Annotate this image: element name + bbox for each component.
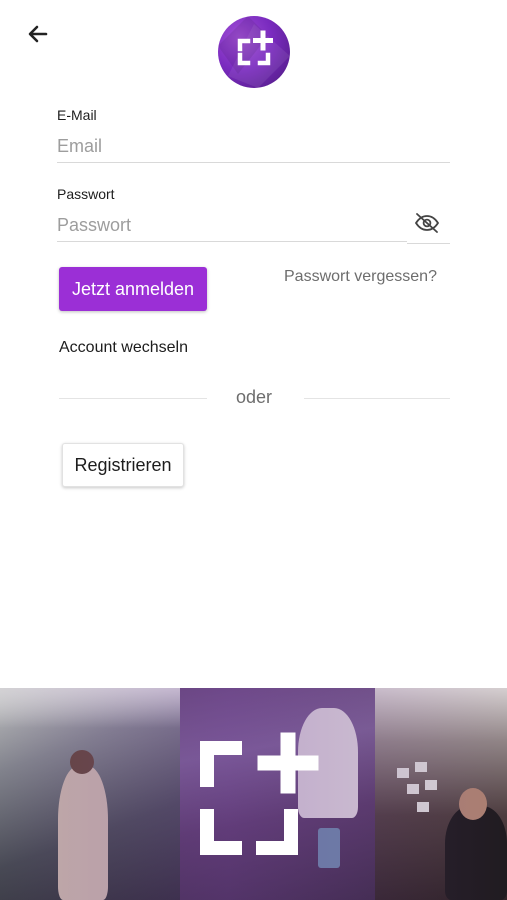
password-label: Passwort — [57, 186, 115, 202]
brand-logo-icon — [200, 732, 319, 855]
brand-logo — [218, 16, 290, 88]
forgot-password-link[interactable]: Passwort vergessen? — [284, 268, 437, 286]
password-field[interactable] — [57, 209, 407, 242]
email-label: E-Mail — [57, 107, 97, 123]
register-button[interactable]: Registrieren — [62, 443, 184, 487]
login-button[interactable]: Jetzt anmelden — [59, 267, 207, 311]
switch-account-link[interactable]: Account wechseln — [59, 339, 188, 357]
password-underline — [407, 243, 450, 244]
toggle-password-visibility-button[interactable] — [413, 211, 441, 235]
promo-banner — [0, 688, 507, 900]
eye-off-icon — [414, 213, 440, 233]
divider-line-right — [304, 398, 450, 399]
brand-logo-icon — [218, 16, 290, 88]
arrow-left-icon — [28, 25, 48, 43]
email-field[interactable] — [57, 130, 450, 163]
divider-text: oder — [235, 387, 273, 407]
login-screen: E-Mail Passwort Jetzt anmelden Passwort … — [0, 0, 507, 900]
back-button[interactable] — [20, 16, 56, 52]
divider-line-left — [59, 398, 207, 399]
